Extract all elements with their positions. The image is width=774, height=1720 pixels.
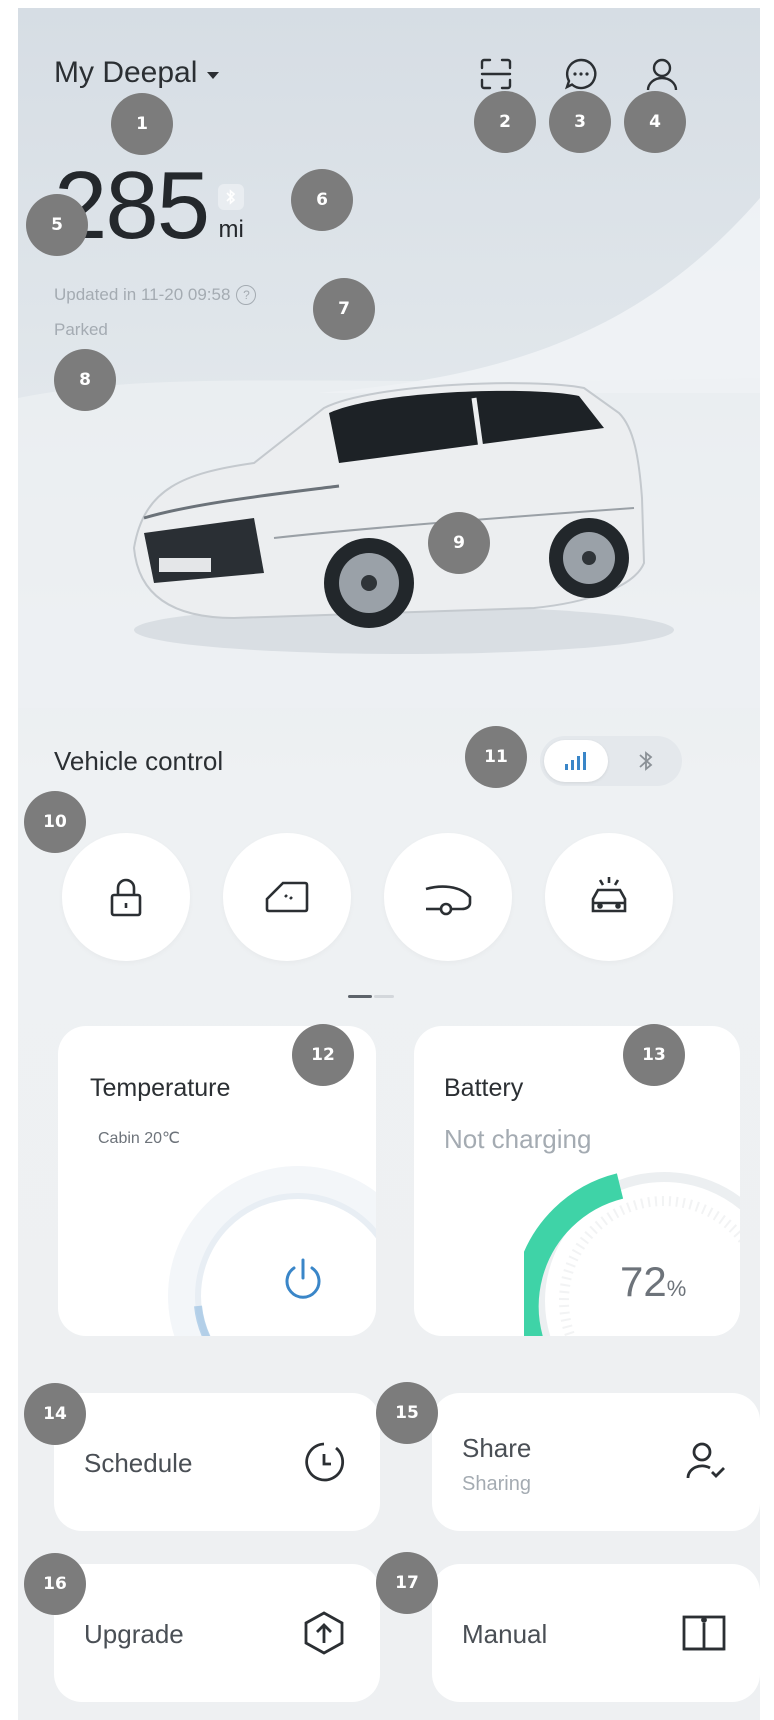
callout-marker: 12 bbox=[292, 1024, 354, 1086]
callout-marker: 16 bbox=[24, 1553, 86, 1615]
range-unit: mi bbox=[218, 216, 244, 243]
car-image[interactable] bbox=[114, 368, 674, 668]
trunk-icon bbox=[425, 885, 472, 916]
connection-toggle bbox=[540, 736, 682, 786]
page-indicator bbox=[348, 995, 394, 998]
upgrade-label: Upgrade bbox=[84, 1619, 184, 1649]
profile-button[interactable] bbox=[642, 54, 682, 94]
network-mode-option[interactable] bbox=[544, 740, 608, 782]
upgrade-tile[interactable]: Upgrade bbox=[54, 1564, 380, 1702]
cabin-temperature: Cabin 20℃ bbox=[98, 1130, 181, 1147]
clock-icon bbox=[298, 1436, 350, 1488]
battery-percent-value: 72 bbox=[620, 1258, 667, 1305]
vehicle-selector[interactable]: My Deepal bbox=[54, 56, 220, 90]
battery-card[interactable]: Battery Not charging 72% bbox=[414, 1026, 740, 1336]
callout-marker: 17 bbox=[376, 1552, 438, 1614]
find-car-button[interactable] bbox=[545, 833, 673, 961]
parked-status: Parked bbox=[54, 320, 108, 339]
callout-marker: 14 bbox=[24, 1383, 86, 1445]
callout-marker: 2 bbox=[474, 91, 536, 153]
lock-button[interactable] bbox=[62, 833, 190, 961]
upgrade-icon bbox=[298, 1607, 350, 1659]
chat-icon bbox=[564, 58, 597, 90]
scan-button[interactable] bbox=[476, 54, 516, 94]
callout-marker: 1 bbox=[111, 93, 173, 155]
callout-marker: 5 bbox=[26, 194, 88, 256]
schedule-tile[interactable]: Schedule bbox=[54, 1393, 380, 1531]
vehicle-control-title: Vehicle control bbox=[54, 746, 224, 776]
callout-marker: 13 bbox=[623, 1024, 685, 1086]
climate-power-button[interactable] bbox=[278, 1254, 328, 1304]
window-button[interactable] bbox=[223, 833, 351, 961]
trunk-button[interactable] bbox=[384, 833, 512, 961]
user-icon bbox=[646, 58, 678, 91]
messages-button[interactable] bbox=[561, 54, 601, 94]
share-label: Share bbox=[462, 1433, 532, 1463]
temperature-title: Temperature bbox=[90, 1074, 231, 1102]
share-user-icon bbox=[678, 1436, 730, 1488]
share-status: Sharing bbox=[462, 1473, 531, 1495]
battery-title: Battery bbox=[444, 1074, 524, 1102]
callout-marker: 6 bbox=[291, 169, 353, 231]
battery-percent: 72% bbox=[620, 1258, 686, 1306]
callout-marker: 15 bbox=[376, 1382, 438, 1444]
app-screen: My Deepal 2 8 5 mi Updated in 11-20 09:58 … bbox=[18, 8, 760, 1720]
callout-marker: 11 bbox=[465, 726, 527, 788]
power-icon bbox=[285, 1258, 321, 1299]
bluetooth-icon bbox=[639, 751, 653, 771]
vehicle-name: My Deepal bbox=[54, 56, 198, 89]
book-icon bbox=[678, 1607, 730, 1659]
bluetooth-status-badge[interactable] bbox=[218, 184, 245, 210]
caret-down-icon bbox=[207, 71, 220, 79]
bluetooth-icon bbox=[226, 189, 236, 205]
callout-marker: 4 bbox=[624, 91, 686, 153]
callout-marker: 10 bbox=[24, 791, 86, 853]
manual-tile[interactable]: Manual bbox=[432, 1564, 760, 1702]
scan-icon bbox=[480, 58, 512, 90]
battery-percent-unit: % bbox=[666, 1276, 687, 1301]
callout-marker: 9 bbox=[428, 512, 490, 574]
charging-status: Not charging bbox=[444, 1124, 592, 1154]
callout-marker: 7 bbox=[313, 278, 375, 340]
share-tile[interactable]: Share Sharing bbox=[432, 1393, 760, 1531]
bluetooth-mode-option[interactable] bbox=[614, 740, 678, 782]
callout-marker: 8 bbox=[54, 349, 116, 411]
battery-gauge bbox=[524, 1172, 740, 1336]
window-icon bbox=[265, 881, 309, 913]
updated-time: Updated in 11-20 09:58 ? bbox=[54, 285, 257, 305]
car-horn-icon bbox=[591, 877, 627, 913]
help-icon[interactable]: ? bbox=[236, 285, 257, 305]
climate-dial bbox=[168, 1166, 376, 1336]
lock-icon bbox=[110, 878, 142, 917]
signal-icon bbox=[565, 752, 586, 770]
updated-text: Updated in 11-20 09:58 bbox=[54, 285, 231, 304]
callout-marker: 3 bbox=[549, 91, 611, 153]
manual-label: Manual bbox=[462, 1619, 548, 1649]
schedule-label: Schedule bbox=[84, 1448, 193, 1478]
